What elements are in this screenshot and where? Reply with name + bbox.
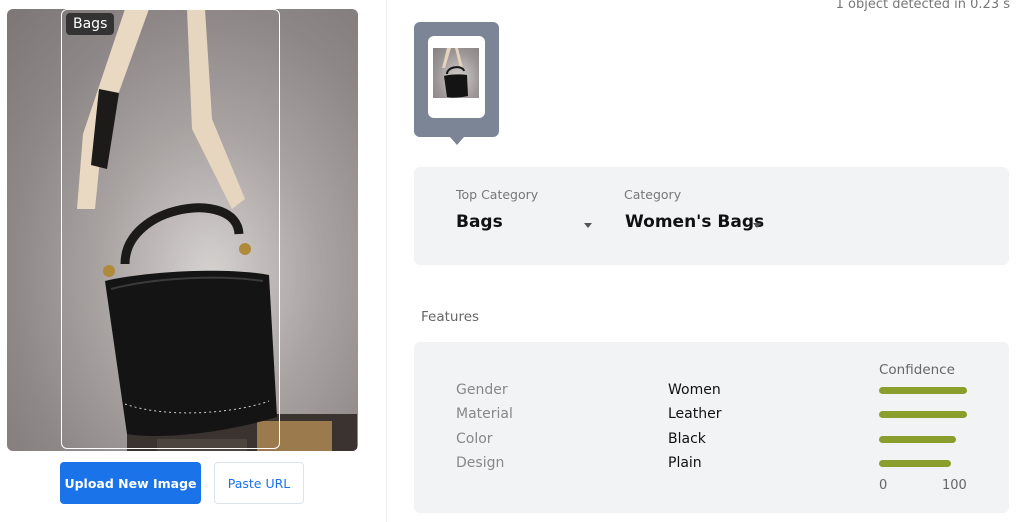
- detected-object-thumbnail[interactable]: [414, 22, 499, 145]
- features-card: Confidence Gender Women Material Leather…: [414, 342, 1009, 513]
- confidence-bar: [879, 436, 957, 443]
- upload-new-image-button[interactable]: Upload New Image: [60, 462, 201, 504]
- detection-label: Bags: [66, 13, 115, 35]
- confidence-bar: [879, 387, 967, 394]
- feature-name: Gender: [456, 382, 508, 398]
- feature-name: Material: [456, 406, 513, 422]
- feature-row: Gender Women: [414, 382, 1009, 402]
- image-panel: Bags Upload New Image Paste URL: [0, 0, 387, 522]
- thumbnail-frame: [428, 36, 485, 118]
- category-value[interactable]: Women's Bags: [625, 212, 764, 232]
- detection-info: 1 object detected in 0.23 s: [835, 0, 1010, 12]
- confidence-heading: Confidence: [879, 362, 955, 378]
- thumbnail-image: [433, 48, 479, 98]
- category-label: Category: [624, 187, 682, 202]
- feature-name: Color: [456, 431, 493, 447]
- category-dropdown-icon[interactable]: [753, 223, 761, 228]
- feature-value: Leather: [668, 406, 722, 422]
- feature-row: Design Plain: [414, 455, 1009, 475]
- category-card: Top Category Bags Category Women's Bags: [414, 167, 1009, 265]
- confidence-bar: [879, 460, 952, 467]
- top-category-value[interactable]: Bags: [456, 212, 503, 232]
- confidence-scale-max: 100: [942, 478, 967, 493]
- feature-value: Plain: [668, 455, 702, 471]
- feature-name: Design: [456, 455, 505, 471]
- paste-url-button[interactable]: Paste URL: [214, 462, 304, 504]
- confidence-scale-min: 0: [879, 478, 888, 493]
- top-category-label: Top Category: [456, 187, 539, 202]
- features-heading: Features: [421, 309, 480, 325]
- feature-value: Women: [668, 382, 721, 398]
- detection-bounding-box[interactable]: [61, 9, 280, 449]
- feature-row: Color Black: [414, 431, 1009, 451]
- confidence-bar: [879, 411, 967, 418]
- feature-value: Black: [668, 431, 706, 447]
- feature-row: Material Leather: [414, 406, 1009, 426]
- top-category-dropdown-icon[interactable]: [584, 223, 592, 228]
